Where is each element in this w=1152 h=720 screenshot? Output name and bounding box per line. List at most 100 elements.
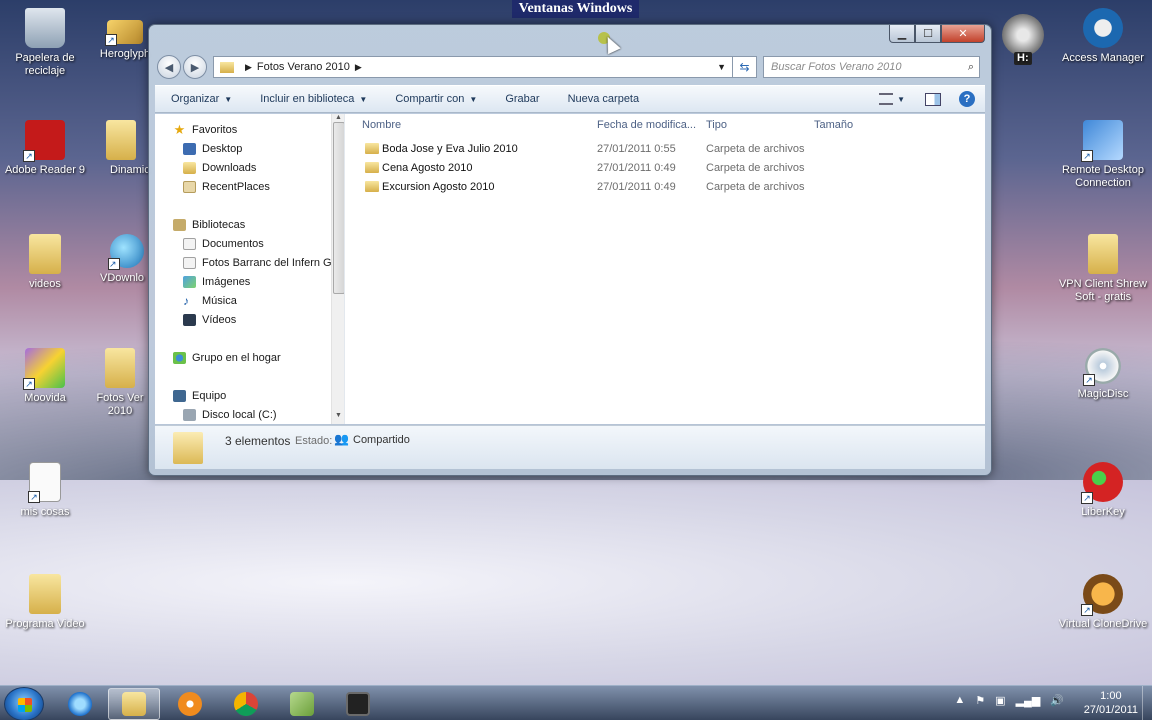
folder-icon [220, 61, 234, 73]
desktop-icon-vdownloader[interactable]: ↗ VDownlo [86, 234, 148, 285]
taskbar-video-capture[interactable] [332, 688, 384, 720]
desktop-icon-dinamic[interactable]: Dinamic [82, 120, 150, 177]
nav-label: Imágenes [202, 276, 251, 288]
desktop-icon-virtual-clonedrive[interactable]: ↗ Virtual CloneDrive [1058, 574, 1148, 631]
desktop-icon-label: MagicDisc [1077, 388, 1129, 400]
clock[interactable]: 1:00 27/01/2011 [1084, 689, 1138, 717]
breadcrumb-current[interactable]: Fotos Verano 2010 [257, 61, 350, 73]
folder-icon [365, 162, 379, 173]
nav-scrollbar[interactable]: ▲ ▼ [331, 114, 344, 424]
column-header-size[interactable]: Tamaño [814, 119, 853, 131]
shared-users-icon: 👥 [334, 432, 349, 446]
organize-button[interactable]: Organizar ▼ [171, 93, 232, 105]
nav-computer[interactable]: Equipo [173, 390, 226, 402]
desktop-icon-liberkey[interactable]: ↗ LiberKey [1058, 462, 1148, 519]
new-folder-label: Nueva carpeta [567, 93, 640, 105]
nav-label: Downloads [202, 162, 257, 174]
address-dropdown-icon[interactable]: ▼ [717, 62, 726, 72]
nav-homegroup[interactable]: Grupo en el hogar [173, 352, 281, 364]
chevron-down-icon: ▼ [359, 94, 368, 104]
chevron-down-icon: ▼ [224, 94, 233, 104]
state-label: Estado: [295, 435, 333, 447]
desktop-icon-h-drive[interactable]: H: [1000, 14, 1046, 65]
scroll-up-icon[interactable]: ▲ [335, 114, 342, 121]
close-button[interactable]: ✕ [941, 25, 985, 43]
nav-favorites[interactable]: ★ Favoritos [173, 123, 238, 136]
nav-fotos-barranc[interactable]: Fotos Barranc del Infern Ger [183, 257, 341, 269]
taskbar-media-player[interactable] [164, 688, 216, 720]
share-with-button[interactable]: Compartir con ▼ [395, 93, 477, 105]
scroll-thumb[interactable] [333, 122, 344, 294]
refresh-button[interactable]: ⇆ [733, 56, 757, 78]
desktop-icon-fotos-verano[interactable]: Fotos Ver 2010 [92, 348, 148, 418]
desktop-icon-access-manager[interactable]: Access Manager [1058, 8, 1148, 65]
state-value: Compartido [353, 434, 410, 446]
start-button[interactable] [4, 687, 44, 720]
nav-libraries[interactable]: Bibliotecas [173, 219, 245, 231]
action-center-flag-icon[interactable]: ⚑ [975, 694, 985, 707]
desktop-icon-videos[interactable]: videos [0, 234, 90, 291]
forward-button[interactable]: ▶ [183, 55, 207, 79]
desktop-icon-label: Moovida [24, 392, 66, 404]
nav-music[interactable]: ♪ Música [183, 295, 237, 307]
desktop-icon-magicdisc[interactable]: ↗ MagicDisc [1058, 348, 1148, 401]
show-hidden-icons-icon[interactable]: ▲ [954, 694, 965, 707]
heroglyph-icon: ↗ [105, 20, 143, 46]
organize-label: Organizar [171, 93, 220, 105]
desktop-icon-moovida[interactable]: ↗ Moovida [0, 348, 90, 405]
desktop-icon-adobe-reader[interactable]: ↗ Adobe Reader 9 [0, 120, 90, 177]
file-row[interactable]: Boda Jose y Eva Julio 2010 27/01/2011 0:… [361, 141, 981, 159]
scroll-down-icon[interactable]: ▼ [335, 412, 342, 419]
taskbar-windows-explorer[interactable] [108, 688, 160, 720]
globe-icon: ↗ [108, 234, 144, 270]
maximize-button[interactable]: ☐ [915, 25, 941, 43]
new-folder-button[interactable]: Nueva carpeta [568, 93, 640, 105]
desktop-icon-vpn-client[interactable]: VPN Client Shrew Soft - gratis [1058, 234, 1148, 304]
network-signal-icon[interactable]: ▂▄▆ [1016, 694, 1041, 707]
taskbar-chrome[interactable] [220, 688, 272, 720]
nav-local-disk[interactable]: Disco local (C:) [183, 409, 277, 421]
clock-time: 1:00 [1100, 690, 1122, 702]
file-row[interactable]: Cena Agosto 2010 27/01/2011 0:49 Carpeta… [361, 160, 981, 178]
burn-button[interactable]: Grabar [505, 93, 539, 105]
nav-recent-places[interactable]: RecentPlaces [183, 181, 270, 193]
change-view-icon[interactable] [879, 93, 894, 105]
minimize-button[interactable]: ▁ [889, 25, 915, 43]
desktop-icon-remote-desktop[interactable]: ↗ Remote Desktop Connection [1058, 120, 1148, 190]
device-icon[interactable]: ▣ [995, 694, 1005, 707]
nav-images[interactable]: Imágenes [183, 276, 250, 288]
documents-icon [183, 238, 196, 250]
chevron-down-icon[interactable]: ▼ [897, 95, 905, 104]
desktop-icon-programa-video[interactable]: Programa Video [0, 574, 90, 631]
volume-icon[interactable]: 🔊 [1050, 694, 1064, 707]
nav-videos[interactable]: Vídeos [183, 314, 236, 326]
column-header-type[interactable]: Tipo [706, 119, 727, 131]
help-icon[interactable]: ? [959, 91, 975, 107]
taskbar-sticky-notes[interactable] [276, 688, 328, 720]
drive-letter-label: H: [1014, 52, 1032, 65]
taskbar-internet-explorer[interactable] [54, 688, 106, 720]
breadcrumb-separator-icon: ▶ [245, 61, 252, 72]
adobe-reader-icon: ↗ [23, 120, 65, 162]
nav-downloads[interactable]: Downloads [183, 162, 256, 174]
back-button[interactable]: ◀ [157, 55, 181, 79]
desktop-icon-mis-cosas[interactable]: ↗ mis cosas [0, 462, 90, 519]
address-bar[interactable]: ▶ Fotos Verano 2010 ▶ ▼ [213, 56, 733, 78]
file-row[interactable]: Excursion Agosto 2010 27/01/2011 0:49 Ca… [361, 179, 981, 197]
column-header-name[interactable]: Nombre [362, 119, 401, 131]
file-date: 27/01/2011 0:49 [597, 181, 676, 193]
column-header-date[interactable]: Fecha de modifica... [597, 119, 696, 131]
desktop-icon-recycle-bin[interactable]: Papelera de reciclaje [0, 8, 90, 78]
breadcrumb-separator-icon[interactable]: ▶ [355, 62, 362, 73]
desktop-icon-label: Programa Video [5, 618, 85, 630]
back-arrow-icon: ◀ [164, 61, 174, 74]
nav-documents[interactable]: Documentos [183, 238, 264, 250]
preview-pane-icon[interactable] [925, 92, 941, 106]
search-input[interactable]: Buscar Fotos Verano 2010 ⌕ [763, 56, 980, 78]
desktop-icon-label: Virtual CloneDrive [1058, 618, 1148, 630]
include-library-button[interactable]: Incluir en biblioteca ▼ [260, 93, 367, 105]
show-desktop-button[interactable] [1142, 686, 1152, 720]
shortcut-arrow-icon: ↗ [1083, 374, 1095, 386]
search-icon[interactable]: ⌕ [968, 61, 974, 74]
nav-desktop[interactable]: Desktop [183, 143, 242, 155]
